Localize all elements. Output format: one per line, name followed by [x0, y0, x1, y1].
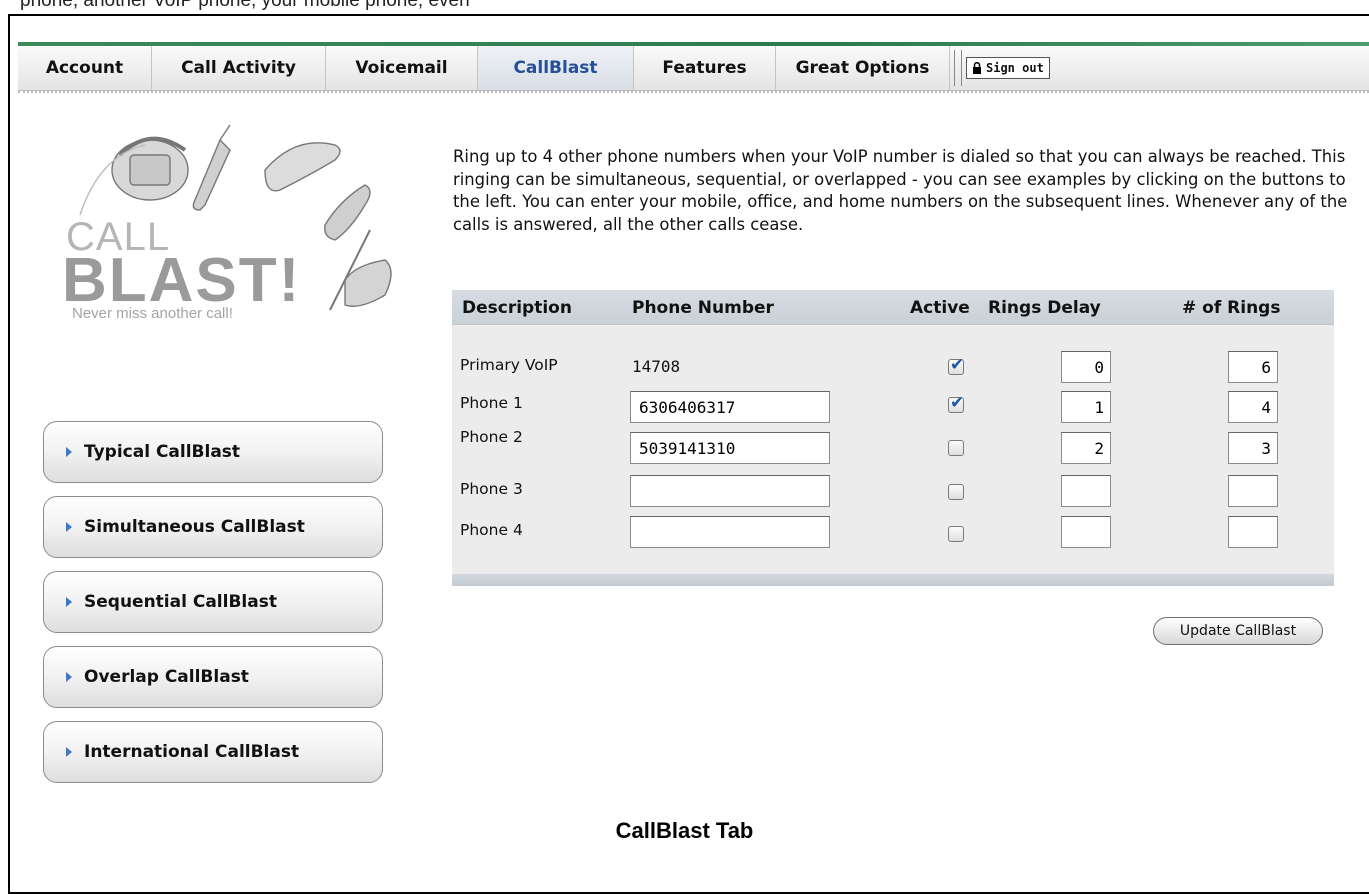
typical-callblast-button[interactable]: Typical CallBlast	[43, 421, 383, 483]
phone-number-input-2[interactable]	[630, 432, 830, 464]
international-callblast-button[interactable]: International CallBlast	[43, 721, 383, 783]
international-callblast-label: International CallBlast	[84, 742, 300, 762]
triangle-right-icon	[66, 522, 72, 532]
logo-tagline: Never miss another call!	[72, 305, 233, 322]
active-checkbox-phone-1[interactable]: ✔	[948, 393, 965, 413]
rings-count-input-phone-2[interactable]	[1228, 432, 1278, 464]
header-rings-delay: Rings Delay	[988, 298, 1101, 318]
tab-voicemail[interactable]: Voicemail	[326, 46, 478, 90]
overlap-callblast-button[interactable]: Overlap CallBlast	[43, 646, 383, 708]
main-navigation-bar: Account Call Activity Voicemail CallBlas…	[18, 46, 1369, 93]
row-label-primary-voip: Primary VoIP	[460, 356, 558, 374]
row-label-phone-1: Phone 1	[460, 394, 523, 412]
triangle-right-icon	[66, 597, 72, 607]
rings-count-input-primary[interactable]	[1228, 351, 1278, 383]
callblast-logo: CALL BLAST! Never miss another call!	[40, 115, 410, 330]
lock-icon	[973, 62, 981, 74]
row-label-phone-3: Phone 3	[460, 480, 523, 498]
rings-delay-input-primary[interactable]	[1061, 351, 1111, 383]
rings-count-input-phone-4[interactable]	[1228, 516, 1278, 548]
rings-delay-input-phone-2[interactable]	[1061, 432, 1111, 464]
sign-out-label: Sign out	[986, 61, 1044, 75]
sequential-callblast-label: Sequential CallBlast	[84, 592, 277, 612]
active-checkbox-primary[interactable]: ✔	[948, 355, 965, 375]
row-label-phone-4: Phone 4	[460, 521, 523, 539]
phone-number-input-4[interactable]	[630, 516, 830, 548]
document-text-fragment: phone, another VoIP phone, your mobile p…	[20, 0, 470, 11]
sign-out-button[interactable]: Sign out	[966, 57, 1050, 79]
rings-delay-input-phone-4[interactable]	[1061, 516, 1111, 548]
nav-separator	[954, 50, 962, 86]
simultaneous-callblast-button[interactable]: Simultaneous CallBlast	[43, 496, 383, 558]
tab-callblast[interactable]: CallBlast	[478, 46, 634, 90]
triangle-right-icon	[66, 447, 72, 457]
row-label-phone-2: Phone 2	[460, 428, 523, 446]
tab-great-options[interactable]: Great Options	[776, 46, 950, 90]
header-active: Active	[910, 298, 970, 318]
active-checkbox-phone-4[interactable]	[948, 526, 964, 542]
primary-voip-number: 14708	[632, 357, 681, 376]
phone-number-input-1[interactable]	[630, 391, 830, 423]
callblast-settings-table: Description Phone Number Active Rings De…	[452, 290, 1334, 586]
tab-call-activity[interactable]: Call Activity	[152, 46, 326, 90]
table-header: Description Phone Number Active Rings De…	[452, 290, 1334, 325]
typical-callblast-label: Typical CallBlast	[84, 442, 241, 462]
header-description: Description	[462, 298, 572, 318]
table-footer	[452, 574, 1334, 586]
tab-features[interactable]: Features	[634, 46, 776, 90]
rings-count-input-phone-1[interactable]	[1228, 391, 1278, 423]
header-phone-number: Phone Number	[632, 298, 774, 318]
active-checkbox-phone-2[interactable]	[948, 440, 964, 456]
tab-account[interactable]: Account	[18, 46, 152, 90]
rings-delay-input-phone-3[interactable]	[1061, 475, 1111, 507]
overlap-callblast-label: Overlap CallBlast	[84, 667, 249, 687]
phone-number-input-3[interactable]	[630, 475, 830, 507]
triangle-right-icon	[66, 747, 72, 757]
checkmark-icon: ✔	[950, 355, 965, 375]
callblast-description: Ring up to 4 other phone numbers when yo…	[453, 147, 1348, 234]
rings-delay-input-phone-1[interactable]	[1061, 391, 1111, 423]
active-checkbox-phone-3[interactable]	[948, 484, 964, 500]
sequential-callblast-button[interactable]: Sequential CallBlast	[43, 571, 383, 633]
checkmark-icon: ✔	[950, 393, 965, 413]
figure-caption: CallBlast Tab	[615, 818, 754, 843]
update-callblast-button[interactable]: Update CallBlast	[1153, 617, 1323, 645]
rings-count-input-phone-3[interactable]	[1228, 475, 1278, 507]
triangle-right-icon	[66, 672, 72, 682]
header-number-of-rings: # of Rings	[1182, 298, 1281, 318]
simultaneous-callblast-label: Simultaneous CallBlast	[84, 517, 305, 537]
